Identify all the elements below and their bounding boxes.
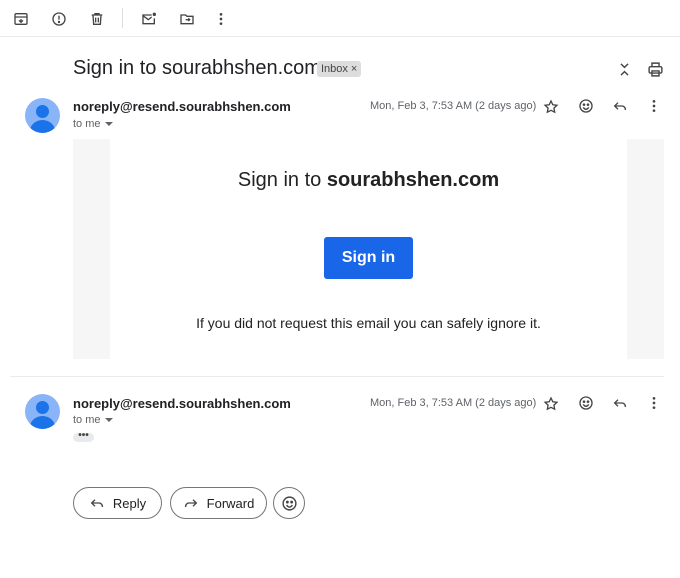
reply-button[interactable]: Reply [73, 487, 162, 519]
show-trimmed-content-button[interactable]: ••• [73, 431, 94, 442]
more-icon[interactable] [209, 7, 233, 31]
archive-icon[interactable] [9, 7, 33, 31]
body-title: Sign in to sourabhshen.com [110, 169, 627, 192]
reply-icon[interactable] [609, 392, 631, 414]
remove-label-icon[interactable]: × [351, 63, 357, 75]
chevron-down-icon [104, 418, 113, 422]
sender-avatar[interactable] [25, 98, 60, 133]
report-spam-icon[interactable] [47, 7, 71, 31]
collapse-all-icon[interactable] [612, 57, 636, 81]
emoji-icon [281, 495, 297, 511]
recipient-label: to me [73, 118, 101, 130]
emoji-reaction-icon[interactable] [575, 392, 597, 414]
reply-icon [90, 499, 103, 507]
sign-in-button[interactable]: Sign in [324, 237, 413, 279]
reply-icon[interactable] [609, 95, 631, 117]
toolbar [0, 0, 680, 37]
email-subject: Sign in to sourabhshen.com [73, 57, 321, 79]
body-note: If you did not request this email you ca… [196, 315, 541, 331]
more-options-icon[interactable] [643, 95, 665, 117]
message-date: Mon, Feb 3, 7:53 AM (2 days ago) [370, 100, 537, 112]
sender-avatar[interactable] [25, 394, 60, 429]
recipient-details[interactable]: to me [73, 414, 113, 426]
inbox-label-chip[interactable]: Inbox × [317, 61, 362, 77]
star-icon[interactable] [540, 96, 562, 118]
toolbar-divider [122, 8, 123, 28]
message-date: Mon, Feb 3, 7:53 AM (2 days ago) [370, 397, 537, 409]
label-text: Inbox [321, 63, 348, 75]
reply-label: Reply [112, 495, 147, 511]
sender-name[interactable]: noreply@resend.sourabhshen.com [73, 396, 291, 411]
email-card: Sign in to sourabhshen.com Sign in If yo… [110, 139, 627, 359]
email-body: Sign in to sourabhshen.com Sign in If yo… [73, 139, 664, 359]
forward-icon [184, 499, 197, 507]
recipient-details[interactable]: to me [73, 118, 113, 130]
chevron-down-icon [104, 122, 113, 126]
move-to-icon[interactable] [175, 7, 199, 31]
recipient-label: to me [73, 414, 101, 426]
sender-name[interactable]: noreply@resend.sourabhshen.com [73, 99, 291, 114]
body-title-prefix: Sign in to [237, 169, 327, 191]
delete-icon[interactable] [85, 7, 109, 31]
mark-unread-icon[interactable] [137, 7, 161, 31]
star-icon[interactable] [540, 393, 562, 415]
forward-label: Forward [206, 495, 255, 511]
emoji-reaction-icon[interactable] [575, 95, 597, 117]
emoji-reaction-button[interactable] [273, 487, 305, 519]
body-title-domain: sourabhshen.com [326, 169, 500, 191]
more-options-icon[interactable] [643, 392, 665, 414]
print-icon[interactable] [643, 57, 667, 81]
message-divider [10, 376, 664, 377]
forward-button[interactable]: Forward [170, 487, 267, 519]
